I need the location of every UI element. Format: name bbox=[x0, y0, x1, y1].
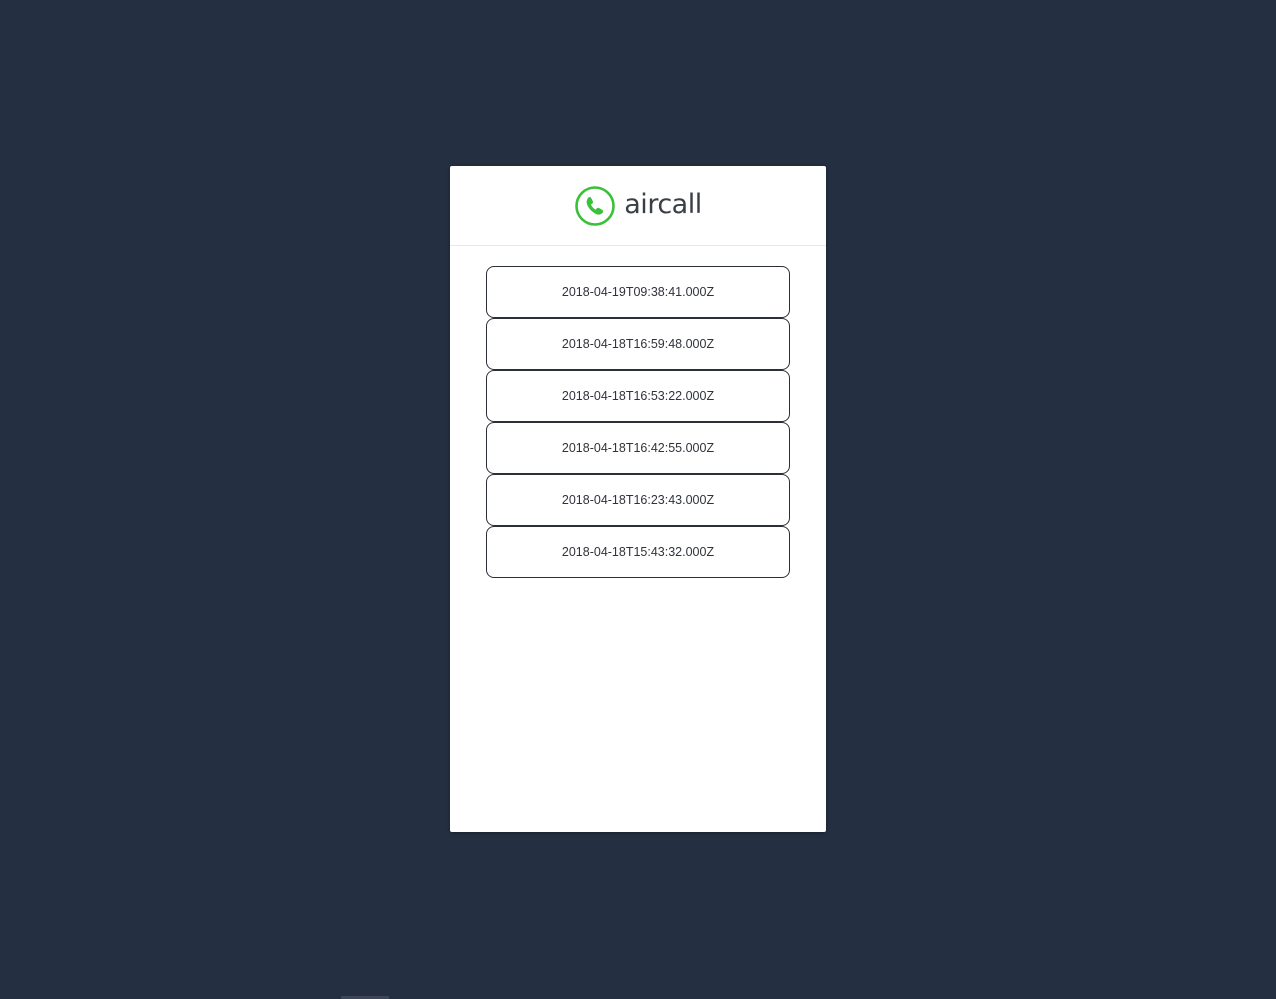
call-list-item[interactable]: 2018-04-18T16:59:48.000Z bbox=[486, 318, 790, 370]
brand-name: aircall bbox=[624, 189, 702, 220]
app-header: aircall bbox=[450, 166, 826, 246]
call-timestamp: 2018-04-18T16:59:48.000Z bbox=[561, 337, 715, 351]
call-list-item[interactable]: 2018-04-18T15:43:32.000Z bbox=[486, 526, 790, 578]
call-timestamp: 2018-04-18T16:53:22.000Z bbox=[561, 389, 715, 403]
call-list-item[interactable]: 2018-04-18T16:23:43.000Z bbox=[486, 474, 790, 526]
call-list-item[interactable]: 2018-04-19T09:38:41.000Z bbox=[486, 266, 790, 318]
call-list-item[interactable]: 2018-04-18T16:42:55.000Z bbox=[486, 422, 790, 474]
app-card: aircall 2018-04-19T09:38:41.000Z 2018-04… bbox=[450, 166, 826, 832]
call-timestamp: 2018-04-18T15:43:32.000Z bbox=[561, 545, 715, 559]
call-list: 2018-04-19T09:38:41.000Z 2018-04-18T16:5… bbox=[486, 266, 790, 578]
call-timestamp: 2018-04-18T16:23:43.000Z bbox=[561, 493, 715, 507]
call-timestamp: 2018-04-18T16:42:55.000Z bbox=[561, 441, 715, 455]
call-list-item[interactable]: 2018-04-18T16:53:22.000Z bbox=[486, 370, 790, 422]
call-timestamp: 2018-04-19T09:38:41.000Z bbox=[561, 285, 715, 299]
phone-icon bbox=[575, 185, 616, 226]
